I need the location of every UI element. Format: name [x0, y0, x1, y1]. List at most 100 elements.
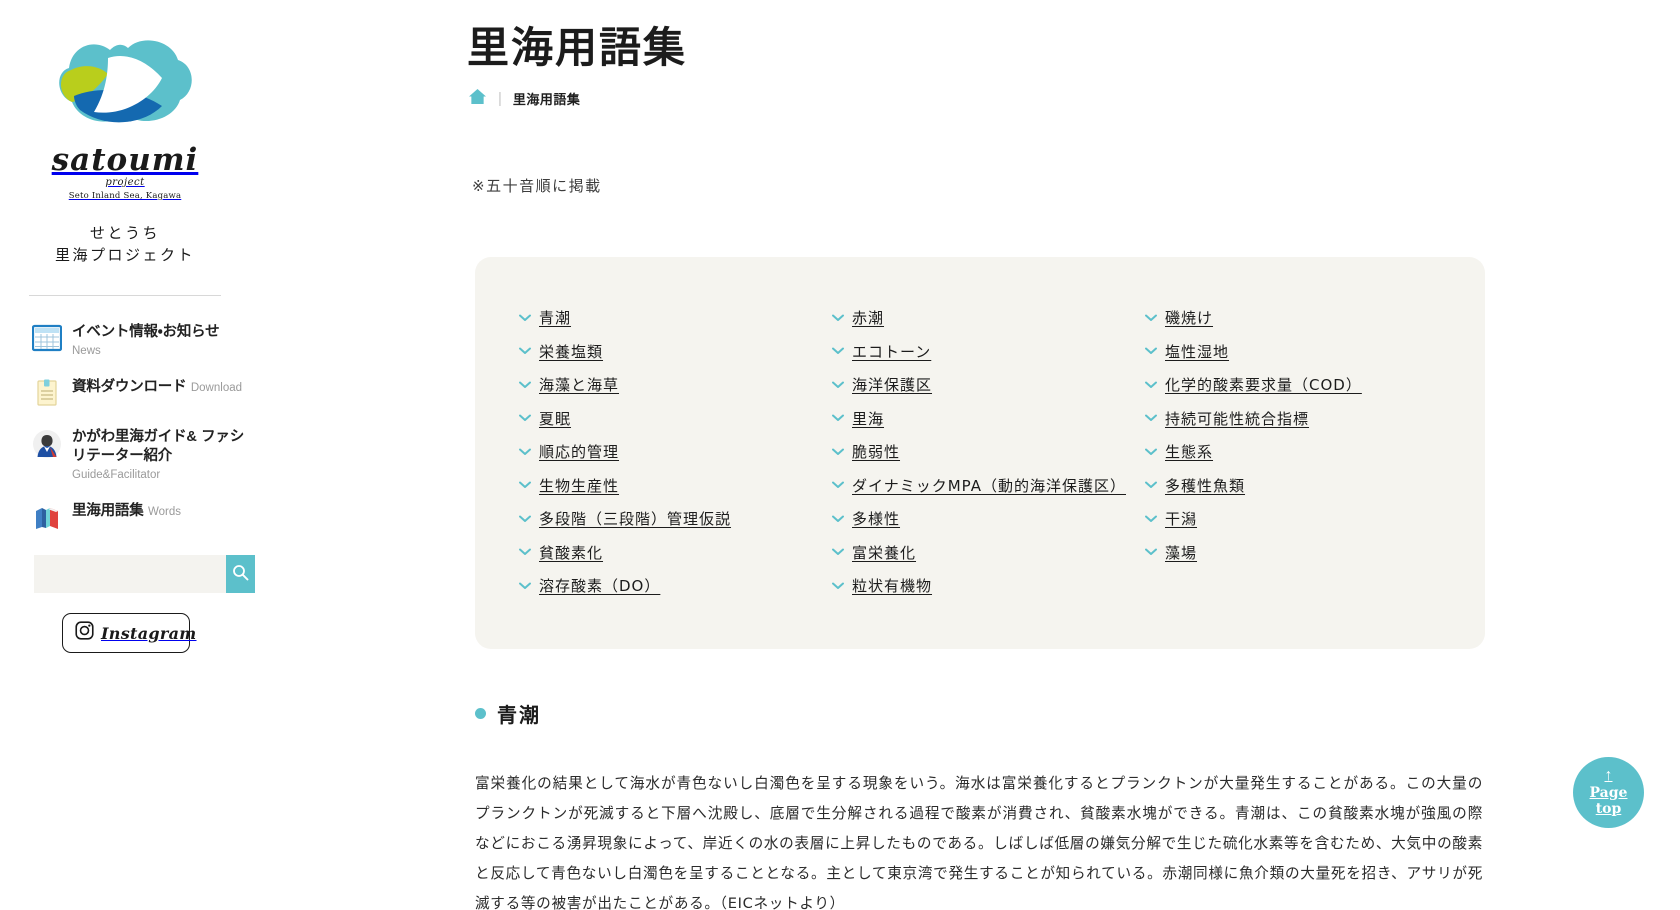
sort-note: ※五十音順に掲載 — [472, 178, 602, 196]
glossary-term-label: 持続可能性統合指標 — [1165, 409, 1310, 428]
calendar-icon — [31, 324, 63, 354]
search-input[interactable] — [34, 555, 226, 594]
chevron-down-icon — [1145, 548, 1157, 556]
chevron-down-icon — [519, 448, 531, 456]
glossary-term-link[interactable]: 生物生産性 — [519, 469, 832, 503]
chevron-down-icon — [519, 515, 531, 523]
chevron-down-icon — [832, 314, 844, 322]
glossary-term-link[interactable]: ダイナミックMPA（動的海洋保護区） — [832, 469, 1145, 503]
instagram-button[interactable]: Instagram — [62, 613, 196, 654]
sidebar-item-words-texts: 里海用語集 Words — [72, 501, 181, 521]
chevron-down-icon — [519, 347, 531, 355]
glossary-term-link[interactable]: 栄養塩類 — [519, 335, 832, 369]
chevron-down-icon — [832, 347, 844, 355]
page-top-button[interactable]: ↑ Page top — [1573, 757, 1644, 828]
person-avatar-icon — [32, 429, 62, 459]
glossary-term-link[interactable]: 磯焼け — [1145, 301, 1475, 335]
glossary-term-link[interactable]: 塩性湿地 — [1145, 335, 1475, 369]
glossary-term-link[interactable]: 多段階（三段階）管理仮説 — [519, 502, 832, 536]
sidebar-item-download[interactable]: 資料ダウンロード Download — [32, 377, 250, 409]
arrow-up-icon: ↑ — [1604, 766, 1613, 784]
glossary-term-link[interactable]: 順応的管理 — [519, 435, 832, 469]
glossary-term-label: 富栄養化 — [852, 543, 917, 562]
glossary-term-label: 塩性湿地 — [1165, 342, 1230, 361]
glossary-term-link[interactable]: 化学的酸素要求量（COD） — [1145, 368, 1475, 402]
sidebar-item-guide-sub: Guide&Facilitator — [72, 469, 161, 482]
chevron-down-icon — [832, 414, 844, 422]
chevron-down-icon — [1145, 347, 1157, 355]
sidebar-item-download-label: 資料ダウンロード — [72, 379, 187, 396]
glossary-term-link[interactable]: 生態系 — [1145, 435, 1475, 469]
site-search — [34, 555, 255, 594]
chevron-down-icon — [832, 515, 844, 523]
page-title: 里海用語集 — [467, 23, 688, 72]
page-top-label-1: Page — [1589, 784, 1628, 801]
sidebar-item-news[interactable]: イベント情報・お知らせ News — [31, 322, 250, 360]
glossary-term-label: 干潟 — [1165, 510, 1198, 529]
glossary-term-link[interactable]: 青潮 — [519, 301, 832, 335]
glossary-term-label: 溶存酸素（DO） — [539, 577, 661, 596]
glossary-term-link[interactable]: 海洋保護区 — [832, 368, 1145, 402]
glossary-term-label: 多様性 — [852, 510, 901, 529]
chevron-down-icon — [832, 481, 844, 489]
glossary-term-link[interactable]: エコトーン — [832, 335, 1145, 369]
glossary-term-label: ダイナミックMPA（動的海洋保護区） — [852, 476, 1126, 495]
glossary-term-link[interactable]: 脆弱性 — [832, 435, 1145, 469]
search-icon — [232, 564, 249, 584]
logo-wordmark: satoumi — [51, 142, 199, 178]
sidebar-item-guide[interactable]: かがわ里海ガイド& ファシリテーター紹介 Guide&Facilitator — [32, 427, 250, 483]
sidebar-divider — [29, 294, 221, 296]
sidebar-item-download-sub: Download — [190, 382, 243, 395]
glossary-term-link[interactable]: 夏眠 — [519, 402, 832, 436]
chevron-down-icon — [519, 381, 531, 389]
glossary-term-link[interactable]: 溶存酸素（DO） — [519, 569, 832, 603]
glossary-term-label: 青潮 — [539, 309, 572, 328]
chevron-down-icon — [832, 381, 844, 389]
glossary-term-label: 粒状有機物 — [852, 577, 933, 596]
glossary-term-link[interactable]: 藻場 — [1145, 536, 1475, 570]
glossary-term-label: 栄養塩類 — [539, 342, 604, 361]
glossary-term-link[interactable]: 多様性 — [832, 502, 1145, 536]
glossary-term-link[interactable]: 干潟 — [1145, 502, 1475, 536]
chevron-down-icon — [1145, 515, 1157, 523]
chevron-down-icon — [519, 582, 531, 590]
instagram-label: Instagram — [101, 623, 197, 643]
glossary-term-link[interactable]: 里海 — [832, 402, 1145, 436]
glossary-term-label: 里海 — [852, 409, 885, 428]
chevron-down-icon — [519, 314, 531, 322]
breadcrumb-separator: | — [498, 89, 502, 107]
chevron-down-icon — [1145, 414, 1157, 422]
glossary-term-label: 多穫性魚類 — [1165, 476, 1246, 495]
sidebar-item-guide-label-1: かがわ里海ガイド& — [72, 429, 197, 446]
glossary-entry-body: 富栄養化の結果として海水が青色ないし白濁色を呈する現象をいう。海水は富栄養化する… — [475, 775, 1483, 910]
sidebar-item-download-texts: 資料ダウンロード Download — [72, 377, 242, 397]
glossary-term-label: 脆弱性 — [852, 443, 901, 462]
glossary-term-link[interactable]: 貧酸素化 — [519, 536, 832, 570]
chevron-down-icon — [1145, 381, 1157, 389]
glossary-term-link[interactable]: 海藻と海草 — [519, 368, 832, 402]
glossary-term-link[interactable]: 粒状有機物 — [832, 569, 1145, 603]
glossary-term-label: 貧酸素化 — [539, 543, 604, 562]
sidebar-item-words[interactable]: 里海用語集 Words — [32, 501, 250, 533]
logo-subword: project — [105, 177, 145, 188]
breadcrumb: | 里海用語集 — [468, 88, 1680, 108]
glossary-term-label: 夏眠 — [539, 409, 572, 428]
site-logo[interactable]: satoumi project Seto Inland Sea, Kagawa — [0, 30, 250, 201]
bullet-icon — [475, 707, 486, 719]
glossary-term-label: 藻場 — [1165, 543, 1198, 562]
glossary-entry-title: 青潮 — [497, 702, 541, 727]
home-icon[interactable] — [468, 88, 487, 108]
glossary-term-link[interactable]: 赤潮 — [832, 301, 1145, 335]
glossary-term-link[interactable]: 多穫性魚類 — [1145, 469, 1475, 503]
glossary-term-label: 順応的管理 — [539, 443, 620, 462]
breadcrumb-current: 里海用語集 — [512, 91, 581, 107]
brand-line-2: 里海プロジェクト — [54, 245, 195, 264]
books-icon — [32, 503, 62, 533]
glossary-term-link[interactable]: 持続可能性統合指標 — [1145, 402, 1475, 436]
instagram-icon — [75, 621, 94, 645]
glossary-term-label: 生物生産性 — [539, 476, 620, 495]
sidebar-item-news-texts: イベント情報・お知らせ News — [72, 322, 250, 360]
document-icon — [32, 379, 62, 409]
glossary-term-label: 赤潮 — [852, 309, 885, 328]
glossary-term-link[interactable]: 富栄養化 — [832, 536, 1145, 570]
